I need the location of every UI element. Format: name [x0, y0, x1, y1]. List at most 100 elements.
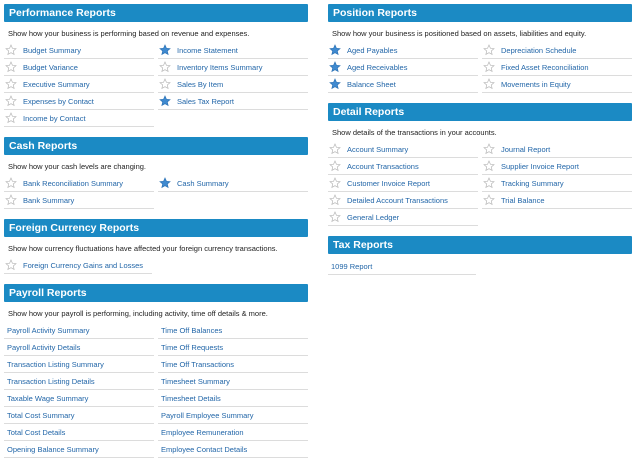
report-link[interactable]: Budget Summary: [23, 46, 81, 55]
report-link[interactable]: Account Summary: [347, 145, 408, 154]
star-filled-icon[interactable]: [329, 78, 341, 90]
star-outline-icon[interactable]: [5, 177, 17, 189]
report-item-budget-variance[interactable]: Budget Variance: [4, 59, 154, 76]
star-filled-icon[interactable]: [159, 95, 171, 107]
report-item-inventory-items-summary[interactable]: Inventory Items Summary: [158, 59, 308, 76]
star-outline-icon[interactable]: [483, 61, 495, 73]
report-item-customer-invoice-report[interactable]: Customer Invoice Report: [328, 175, 478, 192]
report-link[interactable]: Detailed Account Transactions: [347, 196, 448, 205]
report-link[interactable]: Inventory Items Summary: [177, 63, 262, 72]
report-link[interactable]: Balance Sheet: [347, 80, 396, 89]
report-item-journal-report[interactable]: Journal Report: [482, 141, 632, 158]
star-filled-icon[interactable]: [159, 177, 171, 189]
report-link[interactable]: Customer Invoice Report: [347, 179, 430, 188]
report-link[interactable]: Supplier Invoice Report: [501, 162, 579, 171]
star-outline-icon[interactable]: [483, 177, 495, 189]
report-link[interactable]: Employee Remuneration: [161, 428, 244, 437]
star-outline-icon[interactable]: [5, 112, 17, 124]
report-item-timesheet-details[interactable]: Timesheet Details: [158, 390, 308, 407]
report-item-account-transactions[interactable]: Account Transactions: [328, 158, 478, 175]
report-link[interactable]: Cash Summary: [177, 179, 229, 188]
report-item-income-statement[interactable]: Income Statement: [158, 42, 308, 59]
report-item-executive-summary[interactable]: Executive Summary: [4, 76, 154, 93]
report-item-depreciation-schedule[interactable]: Depreciation Schedule: [482, 42, 632, 59]
report-link[interactable]: Bank Summary: [23, 196, 74, 205]
report-link[interactable]: Movements in Equity: [501, 80, 571, 89]
star-outline-icon[interactable]: [5, 61, 17, 73]
star-filled-icon[interactable]: [329, 44, 341, 56]
report-link[interactable]: Total Cost Details: [7, 428, 65, 437]
report-link[interactable]: Payroll Employee Summary: [161, 411, 254, 420]
star-outline-icon[interactable]: [5, 259, 17, 271]
star-outline-icon[interactable]: [483, 143, 495, 155]
report-item-aged-payables[interactable]: Aged Payables: [328, 42, 478, 59]
report-item-time-off-transactions[interactable]: Time Off Transactions: [158, 356, 308, 373]
report-item-payroll-activity-summary[interactable]: Payroll Activity Summary: [4, 322, 154, 339]
report-item-account-summary[interactable]: Account Summary: [328, 141, 478, 158]
report-link[interactable]: Payroll Activity Details: [7, 343, 80, 352]
star-outline-icon[interactable]: [329, 160, 341, 172]
report-item-supplier-invoice-report[interactable]: Supplier Invoice Report: [482, 158, 632, 175]
report-link[interactable]: Executive Summary: [23, 80, 90, 89]
report-item-transaction-listing-summary[interactable]: Transaction Listing Summary: [4, 356, 154, 373]
report-item-total-cost-details[interactable]: Total Cost Details: [4, 424, 154, 441]
report-link[interactable]: Foreign Currency Gains and Losses: [23, 261, 143, 270]
report-item-tracking-summary[interactable]: Tracking Summary: [482, 175, 632, 192]
report-link[interactable]: Expenses by Contact: [23, 97, 94, 106]
report-link[interactable]: Income Statement: [177, 46, 238, 55]
report-item-payroll-employee-summary[interactable]: Payroll Employee Summary: [158, 407, 308, 424]
star-filled-icon[interactable]: [159, 44, 171, 56]
star-outline-icon[interactable]: [5, 95, 17, 107]
star-outline-icon[interactable]: [329, 211, 341, 223]
report-item-general-ledger[interactable]: General Ledger: [328, 209, 478, 226]
report-link[interactable]: Opening Balance Summary: [7, 445, 99, 454]
report-link[interactable]: General Ledger: [347, 213, 399, 222]
star-outline-icon[interactable]: [483, 194, 495, 206]
report-item-sales-by-item[interactable]: Sales By Item: [158, 76, 308, 93]
report-link[interactable]: Transaction Listing Summary: [7, 360, 104, 369]
star-outline-icon[interactable]: [483, 78, 495, 90]
report-link[interactable]: Timesheet Summary: [161, 377, 230, 386]
report-link[interactable]: Employee Contact Details: [161, 445, 247, 454]
report-link[interactable]: Account Transactions: [347, 162, 419, 171]
report-item-trial-balance[interactable]: Trial Balance: [482, 192, 632, 209]
report-item-sales-tax-report[interactable]: Sales Tax Report: [158, 93, 308, 110]
star-outline-icon[interactable]: [329, 143, 341, 155]
report-item-budget-summary[interactable]: Budget Summary: [4, 42, 154, 59]
report-item-expenses-by-contact[interactable]: Expenses by Contact: [4, 93, 154, 110]
report-link[interactable]: Taxable Wage Summary: [7, 394, 88, 403]
report-item-foreign-currency-gains-and-losses[interactable]: Foreign Currency Gains and Losses: [4, 257, 152, 274]
star-outline-icon[interactable]: [483, 44, 495, 56]
report-item-employee-contact-details[interactable]: Employee Contact Details: [158, 441, 308, 458]
star-outline-icon[interactable]: [483, 160, 495, 172]
report-link[interactable]: Transaction Listing Details: [7, 377, 95, 386]
star-outline-icon[interactable]: [5, 78, 17, 90]
report-item-1099-report[interactable]: 1099 Report: [328, 258, 476, 275]
report-item-transaction-listing-details[interactable]: Transaction Listing Details: [4, 373, 154, 390]
report-item-time-off-balances[interactable]: Time Off Balances: [158, 322, 308, 339]
star-outline-icon[interactable]: [329, 177, 341, 189]
report-link[interactable]: Fixed Asset Reconciliation: [501, 63, 589, 72]
report-item-taxable-wage-summary[interactable]: Taxable Wage Summary: [4, 390, 154, 407]
report-item-opening-balance-summary[interactable]: Opening Balance Summary: [4, 441, 154, 458]
report-link[interactable]: Tracking Summary: [501, 179, 564, 188]
report-item-balance-sheet[interactable]: Balance Sheet: [328, 76, 478, 93]
report-item-timesheet-summary[interactable]: Timesheet Summary: [158, 373, 308, 390]
report-item-time-off-requests[interactable]: Time Off Requests: [158, 339, 308, 356]
report-link[interactable]: Timesheet Details: [161, 394, 221, 403]
star-outline-icon[interactable]: [5, 44, 17, 56]
report-link[interactable]: Total Cost Summary: [7, 411, 75, 420]
report-link[interactable]: Aged Payables: [347, 46, 397, 55]
report-item-total-cost-summary[interactable]: Total Cost Summary: [4, 407, 154, 424]
report-link[interactable]: Depreciation Schedule: [501, 46, 576, 55]
report-item-aged-receivables[interactable]: Aged Receivables: [328, 59, 478, 76]
report-link[interactable]: Budget Variance: [23, 63, 78, 72]
report-link[interactable]: Payroll Activity Summary: [7, 326, 90, 335]
report-link[interactable]: Trial Balance: [501, 196, 545, 205]
report-item-bank-summary[interactable]: Bank Summary: [4, 192, 154, 209]
report-link[interactable]: Bank Reconciliation Summary: [23, 179, 123, 188]
report-item-income-by-contact[interactable]: Income by Contact: [4, 110, 154, 127]
star-outline-icon[interactable]: [159, 61, 171, 73]
report-item-detailed-account-transactions[interactable]: Detailed Account Transactions: [328, 192, 478, 209]
report-link[interactable]: Time Off Requests: [161, 343, 223, 352]
